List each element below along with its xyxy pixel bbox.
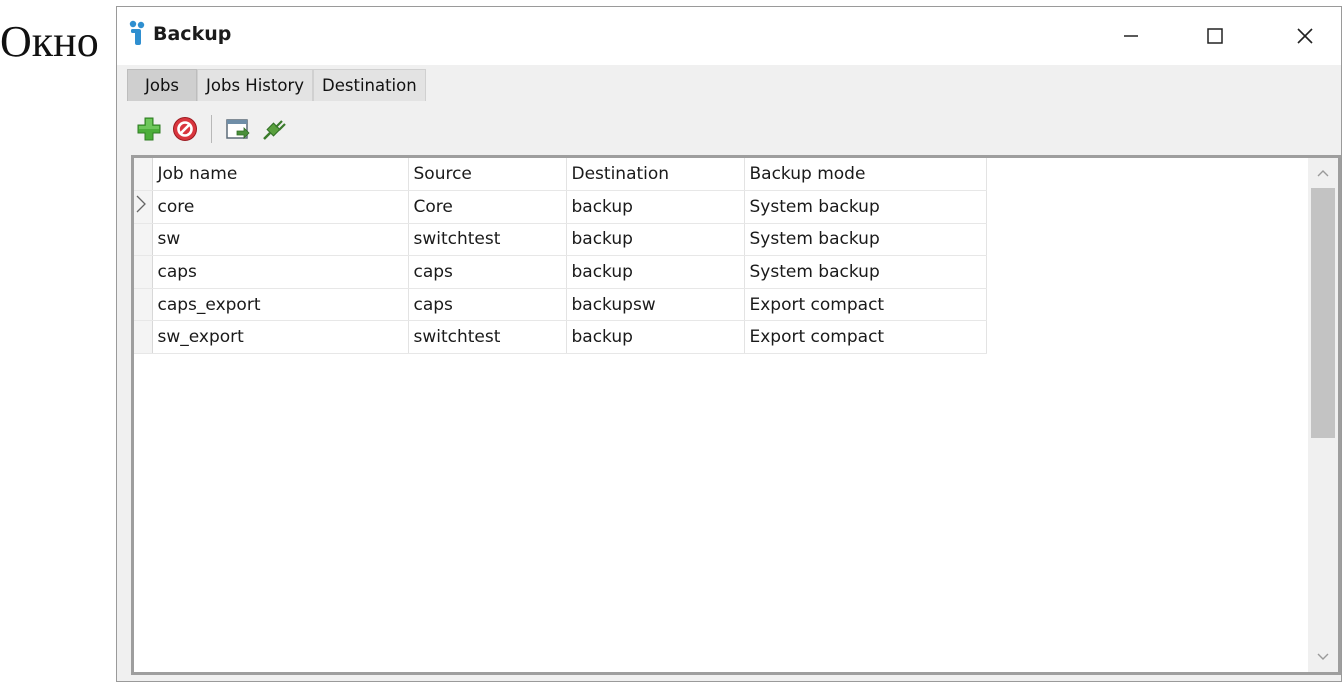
row-indicator	[134, 320, 153, 355]
column-header-source[interactable]: Source	[408, 158, 567, 192]
close-button[interactable]	[1275, 7, 1335, 65]
cell-destination[interactable]: backupsw	[566, 288, 745, 322]
delete-icon	[173, 117, 197, 141]
toolbar-separator	[211, 115, 212, 143]
export-icon	[226, 119, 250, 139]
column-header-backup-mode[interactable]: Backup mode	[744, 158, 987, 192]
cell-source[interactable]: caps	[408, 255, 567, 289]
table-header-row: Job name Source Destination Backup mode	[134, 158, 987, 192]
connect-icon	[263, 120, 286, 140]
table-row[interactable]: core Core backup System backup	[134, 190, 987, 224]
column-header-job-name[interactable]: Job name	[152, 158, 409, 192]
row-indicator	[134, 255, 153, 289]
cell-backup-mode[interactable]: System backup	[744, 223, 987, 257]
column-header-destination[interactable]: Destination	[566, 158, 745, 192]
scroll-down-button[interactable]	[1308, 642, 1338, 672]
delete-job-button[interactable]	[167, 111, 203, 147]
table-row[interactable]: caps caps backup System backup	[134, 255, 987, 289]
app-logo-icon	[125, 17, 151, 47]
jobs-table: Job name Source Destination Backup mode …	[134, 158, 987, 355]
cell-destination[interactable]: backup	[566, 190, 745, 224]
document-caption: Окно	[0, 17, 99, 66]
window-title: Backup	[153, 23, 232, 45]
current-row-indicator	[134, 190, 153, 224]
cell-source[interactable]: Core	[408, 190, 567, 224]
table-row[interactable]: sw switchtest backup System backup	[134, 223, 987, 257]
cell-job-name[interactable]: sw	[152, 223, 409, 257]
tab-strip: Jobs Jobs History Destination	[127, 69, 426, 101]
vertical-scrollbar[interactable]	[1308, 158, 1338, 672]
cell-destination[interactable]: backup	[566, 223, 745, 257]
cell-source[interactable]: caps	[408, 288, 567, 322]
cell-job-name[interactable]: core	[152, 190, 409, 224]
connect-button[interactable]	[256, 111, 292, 147]
chevron-right-icon	[136, 195, 146, 213]
jobs-grid: Job name Source Destination Backup mode …	[131, 155, 1341, 675]
scroll-up-button[interactable]	[1308, 158, 1338, 188]
title-bar[interactable]: Backup	[117, 7, 1341, 65]
close-icon	[1297, 28, 1313, 44]
row-indicator	[134, 223, 153, 257]
tab-destination[interactable]: Destination	[313, 69, 426, 101]
table-row[interactable]: sw_export switchtest backup Export compa…	[134, 320, 987, 355]
table-row[interactable]: caps_export caps backupsw Export compact	[134, 288, 987, 322]
cell-destination[interactable]: backup	[566, 255, 745, 289]
cell-destination[interactable]: backup	[566, 320, 745, 355]
chevron-up-icon	[1317, 170, 1329, 177]
cell-job-name[interactable]: caps	[152, 255, 409, 289]
cell-backup-mode[interactable]: System backup	[744, 190, 987, 224]
minimize-icon	[1124, 35, 1138, 37]
cell-source[interactable]: switchtest	[408, 223, 567, 257]
export-job-button[interactable]	[220, 111, 256, 147]
cell-backup-mode[interactable]: Export compact	[744, 288, 987, 322]
row-indicator	[134, 288, 153, 322]
cell-job-name[interactable]: caps_export	[152, 288, 409, 322]
backup-window: Backup Jobs Jobs History Destination Job…	[116, 6, 1342, 682]
cell-source[interactable]: switchtest	[408, 320, 567, 355]
tab-jobs-history[interactable]: Jobs History	[197, 69, 314, 101]
cell-backup-mode[interactable]: Export compact	[744, 320, 987, 355]
row-indicator-header	[134, 158, 153, 192]
maximize-icon	[1207, 28, 1223, 44]
toolbar	[131, 111, 292, 147]
add-icon	[137, 117, 161, 141]
scrollbar-thumb[interactable]	[1311, 188, 1335, 438]
add-job-button[interactable]	[131, 111, 167, 147]
chevron-down-icon	[1317, 653, 1329, 660]
minimize-button[interactable]	[1101, 7, 1161, 65]
cell-job-name[interactable]: sw_export	[152, 320, 409, 355]
maximize-button[interactable]	[1185, 7, 1245, 65]
tab-jobs[interactable]: Jobs	[127, 69, 198, 101]
cell-backup-mode[interactable]: System backup	[744, 255, 987, 289]
